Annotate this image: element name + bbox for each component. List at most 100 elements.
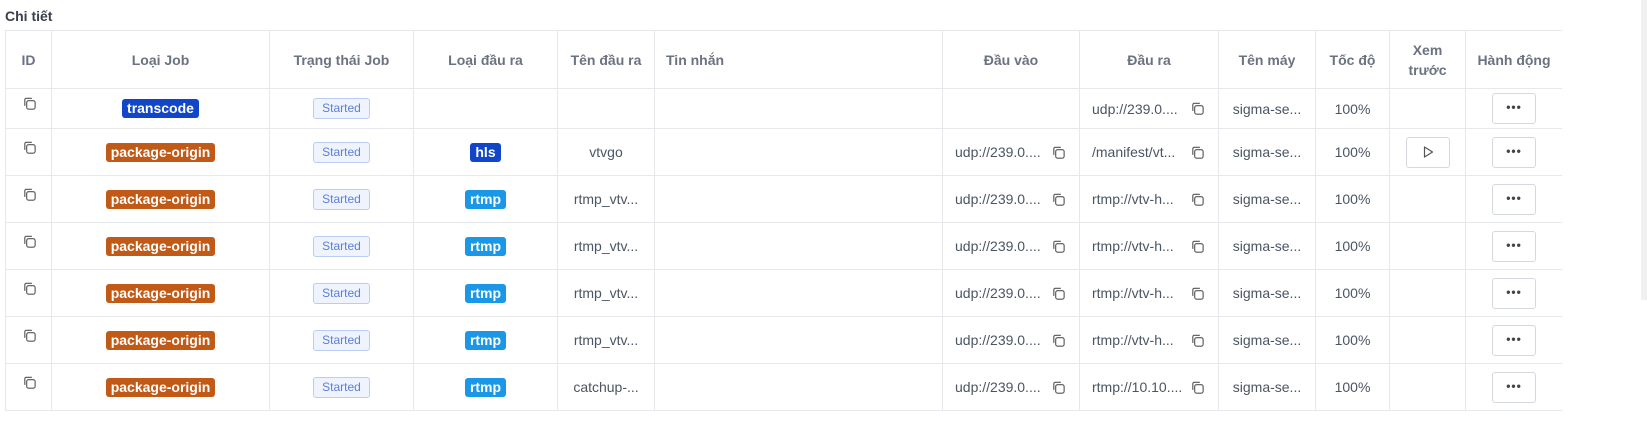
output-type-cell — [413, 88, 558, 129]
col-header-actions[interactable]: Hành động — [1465, 30, 1562, 89]
preview-cell — [1389, 269, 1466, 317]
table-body: transcode Started udp://239.0.... sigma-se.… — [5, 88, 1562, 411]
col-header-output-type[interactable]: Loại đầu ra — [413, 30, 558, 89]
output-name-cell: catchup-... — [557, 363, 655, 411]
machine-cell: sigma-se... — [1218, 269, 1316, 317]
col-header-input[interactable]: Đầu vào — [942, 30, 1080, 89]
col-header-output-name[interactable]: Tên đầu ra — [557, 30, 655, 89]
job-type-cell: package-origin — [51, 175, 270, 223]
job-type-cell: package-origin — [51, 316, 270, 364]
more-actions-button[interactable]: ••• — [1492, 277, 1536, 309]
copy-input-icon[interactable] — [1051, 380, 1066, 395]
copy-id-icon[interactable] — [22, 140, 37, 155]
output-cell: rtmp://vtv-h... — [1079, 316, 1219, 364]
table-header-row: ID Loại Job Trạng thái Job Loại đầu ra T… — [5, 30, 1562, 89]
message-cell — [654, 269, 943, 317]
col-header-machine[interactable]: Tên máy — [1218, 30, 1316, 89]
input-cell: udp://239.0.... — [942, 363, 1080, 411]
preview-play-button[interactable] — [1405, 136, 1450, 168]
input-text: udp://239.0.... — [955, 191, 1041, 207]
copy-input-icon[interactable] — [1051, 333, 1066, 348]
copy-output-icon[interactable] — [1190, 380, 1205, 395]
output-type-cell: rtmp — [413, 175, 558, 223]
col-header-output[interactable]: Đầu ra — [1079, 30, 1219, 89]
job-type-badge: package-origin — [105, 236, 216, 256]
speed-cell: 100% — [1315, 128, 1390, 176]
more-actions-button[interactable]: ••• — [1492, 371, 1536, 403]
col-header-speed[interactable]: Tốc độ — [1315, 30, 1390, 89]
copy-id-icon[interactable] — [22, 328, 37, 343]
copy-input-icon[interactable] — [1051, 192, 1066, 207]
copy-id-icon[interactable] — [22, 187, 37, 202]
copy-output-icon[interactable] — [1190, 192, 1205, 207]
actions-cell: ••• — [1465, 88, 1562, 129]
output-text: rtmp://10.10.... — [1092, 379, 1183, 395]
table-row: package-origin Started rtmp rtmp_vtv... udp:… — [5, 316, 1562, 364]
copy-id-icon[interactable] — [22, 96, 37, 111]
copy-id-icon[interactable] — [22, 234, 37, 249]
copy-input-icon[interactable] — [1051, 239, 1066, 254]
copy-id-icon[interactable] — [22, 281, 37, 296]
copy-id-icon[interactable] — [22, 375, 37, 390]
output-cell: udp://239.0.... — [1079, 88, 1219, 129]
input-cell: udp://239.0.... — [942, 316, 1080, 364]
output-type-cell: hls — [413, 128, 558, 176]
input-cell: udp://239.0.... — [942, 175, 1080, 223]
col-header-id[interactable]: ID — [5, 30, 52, 89]
job-type-cell: package-origin — [51, 269, 270, 317]
copy-input-icon[interactable] — [1051, 286, 1066, 301]
vertical-scrollbar[interactable] — [1641, 0, 1647, 300]
copy-output-icon[interactable] — [1190, 286, 1205, 301]
output-name-cell: rtmp_vtv... — [557, 269, 655, 317]
more-actions-button[interactable]: ••• — [1492, 136, 1536, 168]
job-type-badge: package-origin — [105, 377, 216, 397]
copy-output-icon[interactable] — [1190, 101, 1205, 116]
job-type-badge: transcode — [122, 99, 199, 118]
output-text: rtmp://vtv-h... — [1092, 332, 1174, 348]
col-header-job-type[interactable]: Loại Job — [51, 30, 270, 89]
section-title: Chi tiết — [5, 8, 53, 24]
copy-output-icon[interactable] — [1190, 239, 1205, 254]
job-status-cell: Started — [269, 316, 414, 364]
machine-cell: sigma-se... — [1218, 88, 1316, 129]
job-status-cell: Started — [269, 363, 414, 411]
preview-cell — [1389, 222, 1466, 270]
output-cell: rtmp://10.10.... — [1079, 363, 1219, 411]
more-actions-button[interactable]: ••• — [1492, 183, 1536, 215]
col-header-message[interactable]: Tin nhắn — [654, 30, 943, 89]
job-status-cell: Started — [269, 88, 414, 129]
copy-output-icon[interactable] — [1190, 333, 1205, 348]
status-badge: Started — [313, 282, 370, 304]
output-type-badge: rtmp — [464, 236, 507, 256]
more-dots-icon: ••• — [1506, 190, 1522, 205]
more-actions-button[interactable]: ••• — [1492, 93, 1536, 124]
copy-output-icon[interactable] — [1190, 145, 1205, 160]
job-type-cell: package-origin — [51, 128, 270, 176]
more-actions-button[interactable]: ••• — [1492, 230, 1536, 262]
output-name-cell — [557, 88, 655, 129]
status-badge: Started — [313, 376, 370, 398]
col-header-job-status[interactable]: Trạng thái Job — [269, 30, 414, 89]
col-header-preview[interactable]: Xem trước — [1389, 30, 1466, 89]
machine-cell: sigma-se... — [1218, 316, 1316, 364]
more-actions-button[interactable]: ••• — [1492, 324, 1536, 356]
output-name-cell: rtmp_vtv... — [557, 316, 655, 364]
preview-cell — [1389, 363, 1466, 411]
speed-cell: 100% — [1315, 88, 1390, 129]
preview-cell — [1389, 316, 1466, 364]
actions-cell: ••• — [1465, 316, 1562, 364]
output-cell: rtmp://vtv-h... — [1079, 175, 1219, 223]
output-text: rtmp://vtv-h... — [1092, 191, 1174, 207]
job-type-cell: transcode — [51, 88, 270, 129]
preview-cell — [1389, 88, 1466, 129]
message-cell — [654, 363, 943, 411]
speed-cell: 100% — [1315, 175, 1390, 223]
id-cell — [5, 269, 52, 317]
actions-cell: ••• — [1465, 128, 1562, 176]
input-text: udp://239.0.... — [955, 238, 1041, 254]
preview-cell — [1389, 128, 1466, 176]
preview-cell — [1389, 175, 1466, 223]
input-cell: udp://239.0.... — [942, 128, 1080, 176]
output-name-cell: rtmp_vtv... — [557, 222, 655, 270]
copy-input-icon[interactable] — [1051, 145, 1066, 160]
